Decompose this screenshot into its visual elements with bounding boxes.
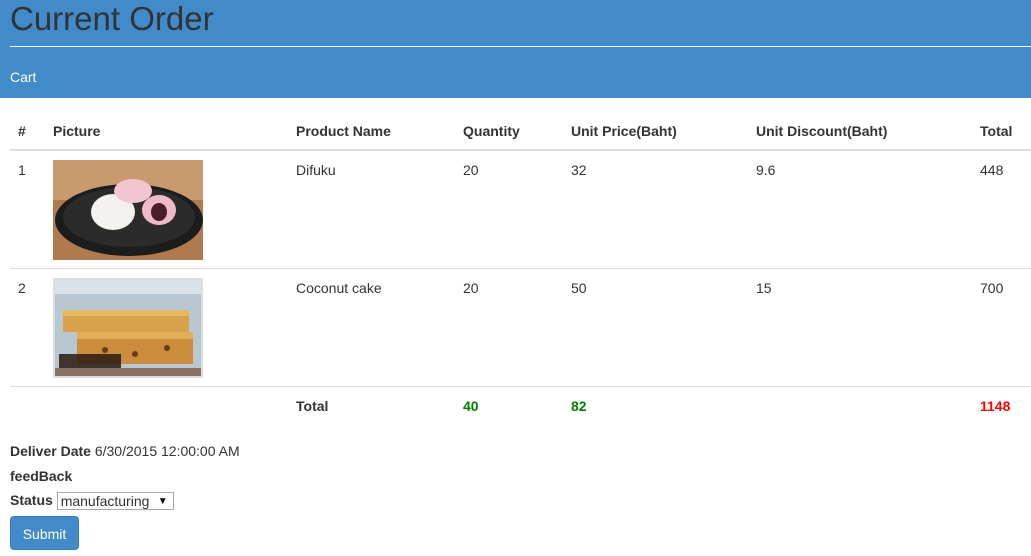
row-unit-price: 50	[563, 268, 748, 387]
coconut-cake-photo	[53, 278, 203, 378]
totals-unit-price: 82	[571, 398, 587, 414]
row-product-name: Difuku	[288, 150, 455, 269]
feedback-line: feedBack	[10, 468, 72, 484]
totals-label: Total	[296, 398, 329, 414]
grand-total: 1148	[980, 398, 1011, 414]
breadcrumb-cart[interactable]: Cart	[10, 69, 36, 85]
table-row: 2 Coconut cake 20 50 15 700	[10, 268, 1031, 387]
totals-row: Total 40 82 1148	[10, 387, 1031, 425]
submit-button[interactable]: Submit	[10, 516, 79, 550]
order-table: # Picture Product Name Quantity Unit Pri…	[10, 112, 1031, 424]
status-label: Status	[10, 492, 53, 508]
status-selected-value: manufacturing	[60, 493, 150, 510]
row-quantity: 20	[455, 268, 563, 387]
totals-quantity: 40	[463, 398, 479, 414]
row-unit-discount: 9.6	[748, 150, 972, 269]
row-number: 1	[10, 150, 45, 269]
column-header-unit-price: Unit Price(Baht)	[563, 112, 748, 151]
column-header-quantity: Quantity	[455, 112, 563, 151]
deliver-date-line: Deliver Date 6/30/2015 12:00:00 AM	[10, 443, 240, 459]
row-unit-price: 32	[563, 150, 748, 269]
row-picture-cell	[45, 268, 288, 387]
row-picture-cell	[45, 150, 288, 269]
page-header: Current Order Cart	[0, 0, 1031, 98]
totals-empty-cell	[45, 387, 288, 425]
deliver-date-value: 6/30/2015 12:00:00 AM	[94, 443, 240, 459]
totals-empty-cell	[10, 387, 45, 425]
row-number: 2	[10, 268, 45, 387]
column-header-picture: Picture	[45, 112, 288, 151]
totals-empty-cell	[748, 387, 972, 425]
table-header-row: # Picture Product Name Quantity Unit Pri…	[10, 112, 1031, 151]
column-header-product-name: Product Name	[288, 112, 455, 151]
table-row: 1 Difuku 20 32 9.6 448	[10, 150, 1031, 269]
row-product-name: Coconut cake	[288, 268, 455, 387]
dropdown-arrow-icon: ▼	[157, 496, 168, 508]
deliver-date-label: Deliver Date	[10, 443, 91, 459]
column-header-unit-discount: Unit Discount(Baht)	[748, 112, 972, 151]
column-header-number: #	[10, 112, 45, 151]
page-title: Current Order	[10, 0, 214, 37]
header-divider	[10, 46, 1031, 47]
daifuku-photo	[53, 160, 203, 260]
column-header-total: Total	[972, 112, 1031, 151]
row-total: 448	[972, 150, 1031, 269]
status-select[interactable]: manufacturing ▼	[56, 492, 174, 511]
row-quantity: 20	[455, 150, 563, 269]
feedback-label: feedBack	[10, 468, 73, 484]
status-line: Status manufacturing ▼	[10, 492, 174, 511]
row-total: 700	[972, 268, 1031, 387]
row-unit-discount: 15	[748, 268, 972, 387]
